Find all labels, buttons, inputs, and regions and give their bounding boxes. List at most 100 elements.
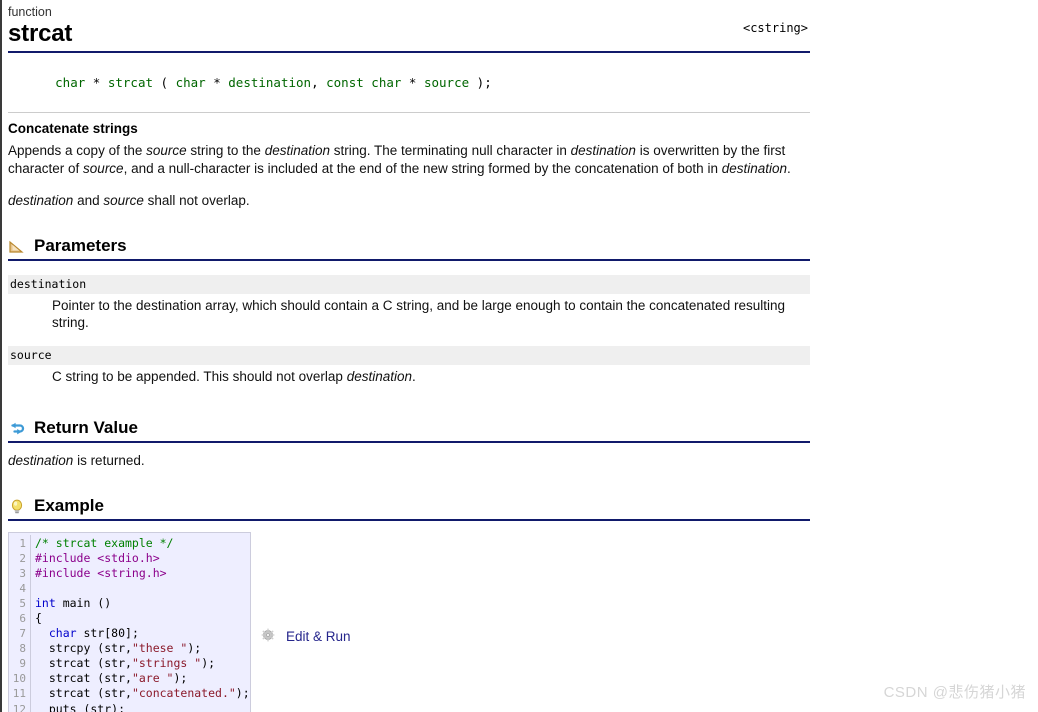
example-body: 1234567891011121314 /* strcat example */… xyxy=(8,531,810,712)
code-line: strcat (str,"concatenated."); xyxy=(35,686,250,701)
function-prototype: char * strcat ( char * destination, cons… xyxy=(8,53,810,113)
code-token: ); xyxy=(201,656,216,671)
code-line-number: 5 xyxy=(19,596,26,610)
description-title: Concatenate strings xyxy=(8,121,138,136)
code-token: #include <string.h> xyxy=(35,565,167,580)
prototype-token: destination xyxy=(228,75,312,90)
gear-icon xyxy=(261,628,279,646)
prototype-token: const xyxy=(326,75,364,90)
code-line-number: 9 xyxy=(19,657,26,671)
code-token: main () xyxy=(55,595,112,610)
description-body: Appends a copy of the source string to t… xyxy=(8,142,808,210)
code-token: strcat (str, xyxy=(35,671,132,686)
edit-and-run-label: Edit & Run xyxy=(286,628,351,644)
prototype-token: * xyxy=(401,75,424,90)
return-value-section-header: Return Value xyxy=(8,418,810,443)
code-token: "these " xyxy=(131,641,188,656)
parameters-section-header: Parameters xyxy=(8,236,810,261)
prototype-token: * xyxy=(85,75,108,90)
code-line-number: 12 xyxy=(12,702,26,712)
example-section: Example 1234567891011121314 /* strcat ex… xyxy=(8,496,810,712)
code-line-number: 11 xyxy=(12,687,26,701)
code-token: "strings " xyxy=(131,656,202,671)
code-token: puts (str); xyxy=(35,701,126,712)
code-token: "concatenated." xyxy=(131,686,236,701)
code-line: strcat (str,"strings "); xyxy=(35,656,250,671)
code-line-number: 1 xyxy=(19,536,26,550)
code-token: int xyxy=(35,595,56,610)
prototype-token: , xyxy=(311,75,327,90)
code-line: strcpy (str,"these "); xyxy=(35,641,250,656)
code-token: ); xyxy=(187,641,202,656)
code-token: strcat (str, xyxy=(35,686,132,701)
reference-page: function strcat <cstring> char * strcat … xyxy=(0,0,1038,712)
prototype-token: * xyxy=(205,75,229,90)
page-left-border xyxy=(0,0,2,712)
code-token: /* strcat example */ xyxy=(35,535,174,550)
code-line-number: 2 xyxy=(19,551,26,565)
description-paragraph-1: Appends a copy of the source string to t… xyxy=(8,143,791,176)
page-content: function strcat <cstring> char * strcat … xyxy=(8,0,1030,712)
code-content: /* strcat example */#include <stdio.h> #i… xyxy=(31,535,250,712)
code-line: /* strcat example */ xyxy=(35,536,250,551)
page-header: function strcat <cstring> xyxy=(8,0,1030,53)
parameters-section-title: Parameters xyxy=(34,235,127,255)
code-token: ); xyxy=(173,671,188,686)
prototype-token: ( xyxy=(153,75,176,90)
prototype-token: ); xyxy=(469,75,492,90)
code-token: strcpy (str, xyxy=(35,641,132,656)
code-line-number: 10 xyxy=(12,672,26,686)
parameter-description: C string to be appended. This should not… xyxy=(52,368,416,384)
code-line: { xyxy=(35,611,250,626)
watermark: CSDN @悲伤猪小猪 xyxy=(883,684,1026,701)
code-block: 1234567891011121314 /* strcat example */… xyxy=(8,531,251,712)
return-arrow-icon xyxy=(8,420,26,438)
header-file-label: <cstring> xyxy=(742,21,808,35)
code-token: #include <stdio.h> xyxy=(35,550,160,565)
ruler-icon xyxy=(8,238,26,256)
page-title: strcat xyxy=(8,20,73,47)
return-value-body: destination is returned. xyxy=(8,453,145,468)
parameters-list: destination Pointer to the destination ar… xyxy=(8,274,810,393)
code-token: ); xyxy=(235,686,250,701)
prototype-token: char xyxy=(371,75,402,90)
parameter-name: source xyxy=(8,345,810,365)
code-line-number: 3 xyxy=(19,566,26,580)
code-line: char str[80]; xyxy=(35,626,250,641)
code-token: "are " xyxy=(131,671,174,686)
example-section-header: Example xyxy=(8,496,810,521)
parameters-section: Parameters destination Pointer to the des… xyxy=(8,236,810,393)
parameter-description: Pointer to the destination array, which … xyxy=(52,297,785,331)
code-line: #include <string.h> xyxy=(35,566,250,581)
code-token: { xyxy=(35,610,42,625)
code-line: #include <stdio.h> xyxy=(35,551,250,566)
prototype-token: strcat xyxy=(107,75,153,90)
prototype-token: char xyxy=(175,75,206,90)
code-line-number: 4 xyxy=(19,581,26,595)
code-line-numbers: 1234567891011121314 xyxy=(9,534,31,712)
code-line: puts (str); xyxy=(35,702,250,712)
parameter-gap xyxy=(8,339,810,346)
code-line: int main () xyxy=(35,596,250,611)
parameter-name: destination xyxy=(8,274,810,294)
code-line-number: 7 xyxy=(19,627,26,641)
return-value-section: Return Value destination is returned. xyxy=(8,418,810,470)
entity-kind-label: function xyxy=(8,5,52,19)
lightbulb-icon xyxy=(8,498,26,516)
code-line: strcat (str,"are "); xyxy=(35,671,250,686)
prototype-token: source xyxy=(423,75,470,90)
return-value-section-title: Return Value xyxy=(34,418,138,437)
code-line-number: 8 xyxy=(19,642,26,656)
code-token: char xyxy=(48,626,77,641)
edit-and-run-button[interactable]: Edit & Run xyxy=(261,628,351,646)
header-divider xyxy=(8,51,810,53)
prototype-segments: char * strcat ( char * destination, cons… xyxy=(55,75,492,90)
code-token: str[80]; xyxy=(76,626,139,641)
code-line-number: 6 xyxy=(19,611,26,625)
prototype-token: char xyxy=(55,75,86,90)
code-token: strcat (str, xyxy=(35,656,132,671)
description-paragraph-2: destination and source shall not overlap… xyxy=(8,193,250,208)
example-section-title: Example xyxy=(34,495,104,515)
